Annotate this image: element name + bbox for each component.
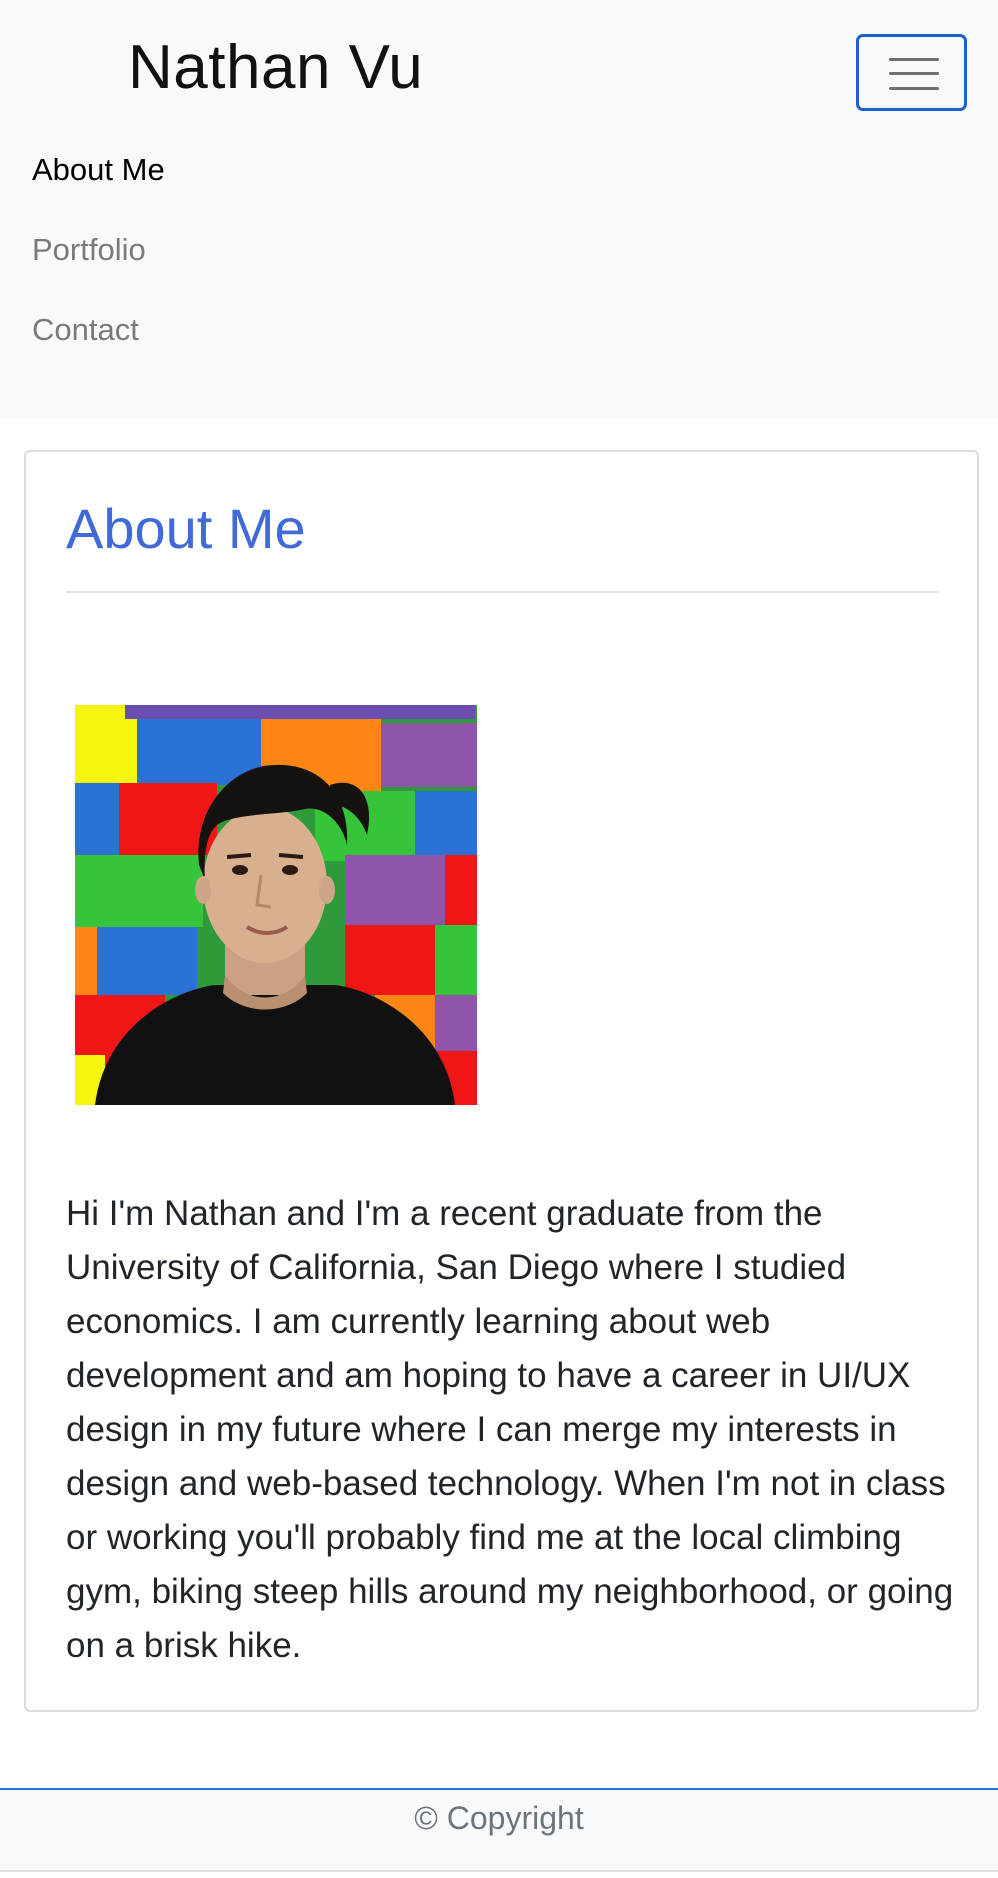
menu-toggle-button[interactable] [856, 34, 967, 111]
copyright-text: © Copyright [414, 1800, 584, 1836]
nav-item-contact[interactable]: Contact [32, 310, 139, 350]
about-card: About Me Hi I'm Nathan and I'm a recent … [24, 450, 979, 1712]
navbar: Nathan Vu About Me Portfolio Contact [0, 0, 998, 419]
divider [66, 591, 939, 593]
footer: © Copyright [0, 1788, 998, 1872]
profile-photo [75, 705, 477, 1105]
nav-item-about-me[interactable]: About Me [32, 150, 165, 190]
nav-item-portfolio[interactable]: Portfolio [32, 230, 146, 270]
bio-text: Hi I'm Nathan and I'm a recent graduate … [66, 1194, 954, 1665]
about-title: About Me [66, 497, 306, 560]
brand-title[interactable]: Nathan Vu [128, 28, 423, 108]
